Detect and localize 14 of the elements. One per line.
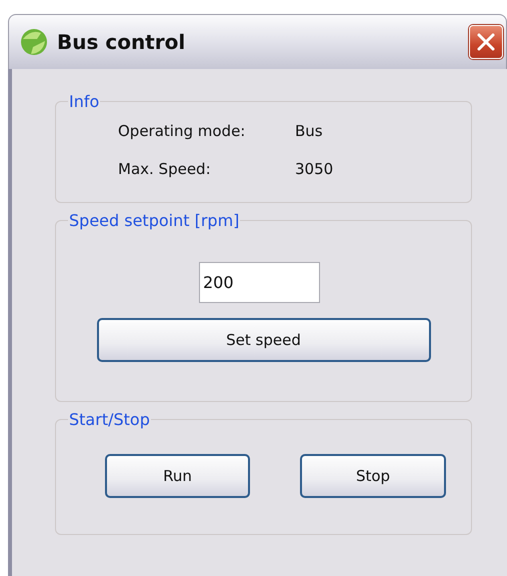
field-label: Max. Speed: xyxy=(118,160,212,178)
close-button[interactable] xyxy=(469,25,503,59)
set-speed-button[interactable]: Set speed xyxy=(96,318,430,362)
field-value: 3050 xyxy=(295,160,334,178)
speed-input[interactable]: 200 xyxy=(199,262,320,303)
close-icon xyxy=(475,31,497,53)
run-button[interactable]: Run xyxy=(105,454,250,498)
field-value: Bus xyxy=(295,122,324,140)
window-title: Bus control xyxy=(57,30,186,54)
group-title: Info xyxy=(68,92,100,111)
group-title: Speed setpoint [rpm] xyxy=(68,211,240,230)
group-title: Start/Stop xyxy=(68,410,151,429)
field-label: Operating mode: xyxy=(118,122,246,140)
stop-button[interactable]: Stop xyxy=(300,454,446,498)
